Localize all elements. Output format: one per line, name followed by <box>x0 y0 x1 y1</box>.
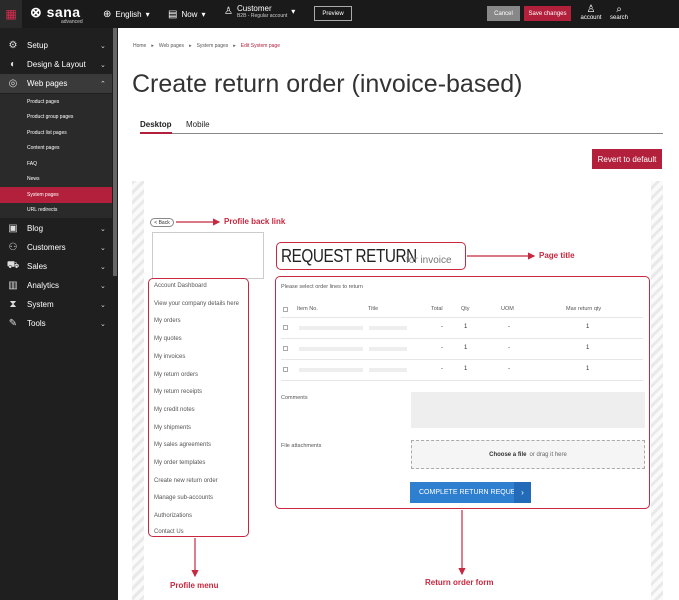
annotation-arrows <box>176 218 536 578</box>
annotation-label: Profile back link <box>224 217 286 226</box>
annotation-label: Page title <box>539 251 575 260</box>
annotation-label: Return order form <box>425 578 494 587</box>
annotation-label: Profile menu <box>170 581 219 590</box>
